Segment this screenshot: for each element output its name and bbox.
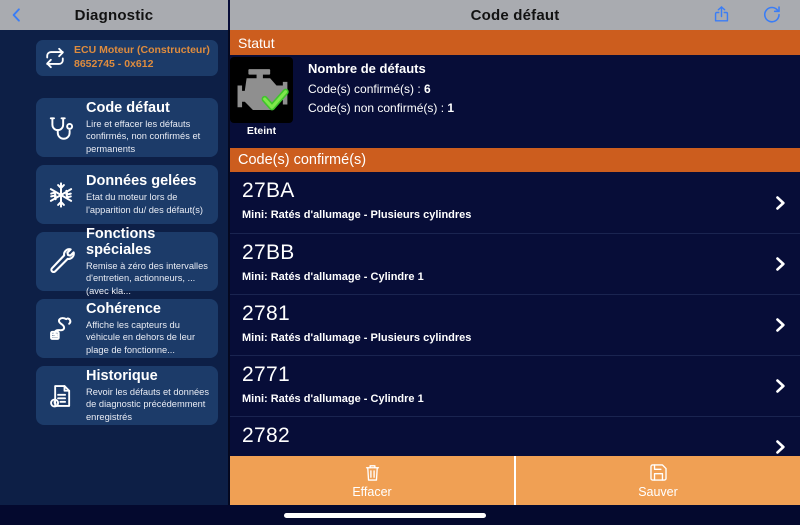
- engine-icon: [237, 69, 289, 111]
- sidebar-pane: Diagnostic ECU Moteur (Constructeur) 865…: [0, 0, 228, 525]
- chevron-right-icon: [776, 379, 785, 393]
- code-id: 27BB: [242, 241, 295, 264]
- clear-label: Effacer: [352, 484, 392, 499]
- wrench-icon: [36, 247, 86, 276]
- ecu-name: ECU Moteur (Constructeur): [74, 44, 210, 57]
- main-pane: Code défaut Statut Eteint Nombre de défa…: [230, 0, 800, 525]
- sidebar-menu: Code défaut Lire et effacer les défauts …: [36, 98, 218, 425]
- code-id: 27BA: [242, 179, 295, 202]
- menu-item-desc: Etat du moteur lors de l'apparition du/ …: [86, 192, 204, 215]
- confirmed-codes-title: Code(s) confirmé(s): [238, 152, 367, 168]
- sidebar-item-fonctions-speciales[interactable]: Fonctions spéciales Remise à zéro des in…: [36, 226, 218, 296]
- code-desc: Mini: Ratés d'allumage - Cylindre 1: [242, 393, 424, 405]
- code-row-2771[interactable]: 2771 Mini: Ratés d'allumage - Cylindre 1: [230, 355, 800, 416]
- status-heading: Nombre de défauts: [308, 61, 426, 76]
- code-row-2781[interactable]: 2781 Mini: Ratés d'allumage - Plusieurs …: [230, 294, 800, 355]
- save-button[interactable]: Sauver: [516, 456, 800, 505]
- confirmed-codes-section-bar: Code(s) confirmé(s): [230, 148, 800, 172]
- code-desc: Mini: Ratés d'allumage - Plusieurs cylin…: [242, 209, 472, 221]
- bottom-strip: [0, 505, 800, 525]
- code-desc: Mini: Ratés d'allumage - Plusieurs cylin…: [242, 332, 472, 344]
- code-desc: Mini: Ratés d'allumage - Cylindre 1: [242, 271, 424, 283]
- statut-section-bar: Statut: [230, 30, 800, 55]
- sidebar-item-historique[interactable]: Historique Revoir les défauts et données…: [36, 366, 218, 425]
- snowflake-icon: [36, 181, 86, 209]
- sidebar-item-coherence[interactable]: Cohérence Affiche les capteurs du véhicu…: [36, 299, 218, 358]
- sidebar-title: Diagnostic: [74, 6, 154, 24]
- refresh-button[interactable]: [760, 3, 782, 25]
- menu-item-title: Code défaut: [86, 100, 170, 117]
- menu-item-title: Données gelées: [86, 173, 197, 190]
- code-list: 27BA Mini: Ratés d'allumage - Plusieurs …: [230, 172, 800, 456]
- chevron-right-icon: [776, 318, 785, 332]
- sidebar-item-donnees-gelees[interactable]: Données gelées Etat du moteur lors de l'…: [36, 165, 218, 224]
- menu-item-title: Cohérence: [86, 301, 161, 318]
- main-title: Code défaut: [470, 6, 560, 24]
- save-label: Sauver: [638, 484, 678, 499]
- share-button[interactable]: [710, 3, 732, 25]
- trash-icon: [365, 464, 379, 481]
- sensor-icon: [36, 315, 86, 343]
- stethoscope-icon: [36, 114, 86, 142]
- main-header: Code défaut: [230, 0, 800, 30]
- menu-item-desc: Affiche les capteurs du véhicule en deho…: [86, 320, 196, 355]
- menu-item-desc: Remise à zéro des intervalles d'entretie…: [86, 261, 208, 296]
- history-icon: [36, 382, 86, 410]
- action-bar: Effacer Sauver: [230, 456, 800, 505]
- ecu-selector[interactable]: ECU Moteur (Constructeur) 8652745 - 0x61…: [36, 40, 218, 76]
- unconfirmed-count: 1: [447, 101, 455, 115]
- refresh-icon: [763, 5, 780, 23]
- sidebar-header: Diagnostic: [0, 0, 228, 30]
- clear-button[interactable]: Effacer: [230, 456, 514, 505]
- confirmed-count-line: Code(s) confirmé(s) : 6: [308, 82, 431, 96]
- ecu-id: 8652745 - 0x612: [74, 58, 154, 70]
- sidebar-item-code-defaut[interactable]: Code défaut Lire et effacer les défauts …: [36, 98, 218, 157]
- code-row-27BA[interactable]: 27BA Mini: Ratés d'allumage - Plusieurs …: [230, 172, 800, 233]
- home-indicator[interactable]: [284, 513, 486, 518]
- chevron-right-icon: [776, 440, 785, 454]
- chevron-right-icon: [776, 195, 785, 210]
- code-id: 2771: [242, 363, 290, 386]
- status-section: Eteint Nombre de défauts Code(s) confirm…: [230, 55, 800, 148]
- code-id: 2781: [242, 302, 290, 325]
- code-row-27BB[interactable]: 27BB Mini: Ratés d'allumage - Cylindre 1: [230, 233, 800, 294]
- back-button[interactable]: [6, 4, 28, 26]
- ecu-label: ECU Moteur (Constructeur) 8652745 - 0x61…: [74, 44, 210, 71]
- unconfirmed-count-line: Code(s) non confirmé(s) : 1: [308, 101, 455, 115]
- menu-item-title: Historique: [86, 368, 158, 385]
- code-row-2782[interactable]: 2782: [230, 416, 800, 456]
- menu-item-title: Fonctions spéciales: [86, 226, 156, 259]
- statut-title: Statut: [238, 34, 275, 51]
- confirmed-count: 6: [424, 82, 431, 96]
- engine-status-box: [230, 57, 293, 123]
- engine-state-label: Eteint: [246, 125, 277, 137]
- chevron-right-icon: [776, 257, 785, 271]
- save-icon: [649, 463, 667, 481]
- menu-item-desc: Revoir les défauts et données de diagnos…: [86, 387, 210, 422]
- share-icon: [714, 5, 728, 22]
- code-id: 2782: [242, 424, 290, 447]
- repeat-icon: [44, 47, 66, 69]
- menu-item-desc: Lire et effacer les défauts confirmés, n…: [86, 119, 201, 154]
- chevron-left-icon: [12, 8, 20, 22]
